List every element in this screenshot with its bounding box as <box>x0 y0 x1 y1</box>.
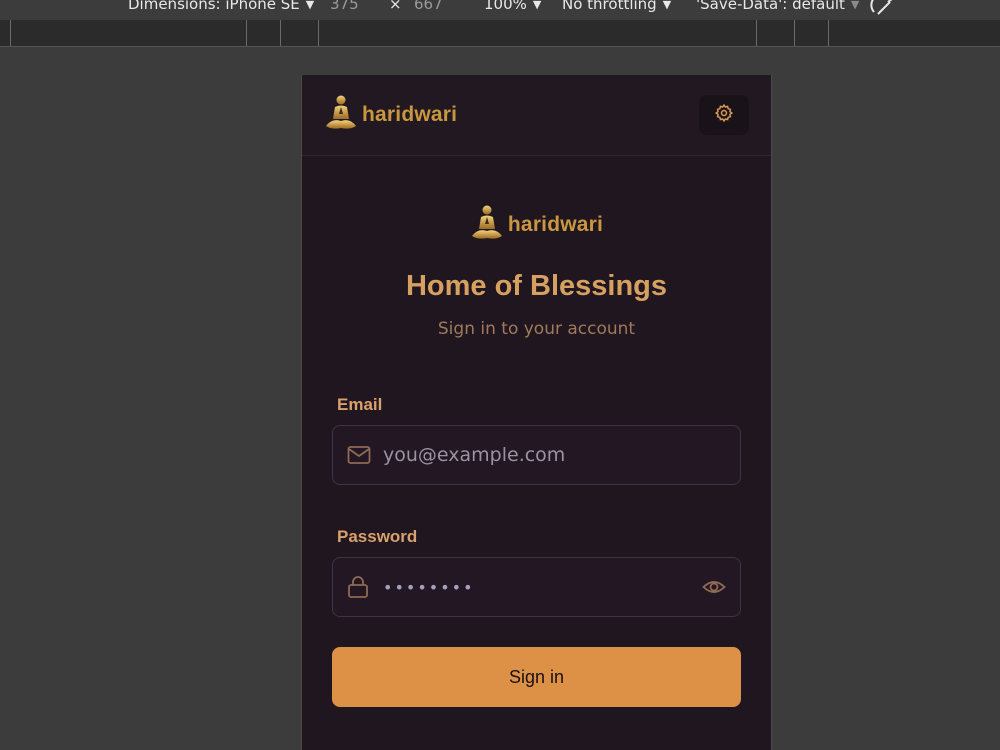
lock-icon <box>347 575 369 599</box>
header-brand[interactable]: haridwari <box>324 94 457 136</box>
password-field-wrapper <box>332 557 741 617</box>
device-viewport: haridwari haridwari Home of Blessings Si… <box>301 75 772 750</box>
viewport-height-input[interactable]: 667 <box>414 0 443 13</box>
zoom-select[interactable]: 100% ▼ <box>484 0 541 13</box>
save-data-select[interactable]: 'Save-Data': default ▼ <box>696 0 859 13</box>
eye-icon[interactable] <box>702 578 726 596</box>
meditating-figure-icon <box>324 94 358 136</box>
media-query-ruler <box>0 20 1000 47</box>
meditating-figure-icon <box>470 204 504 246</box>
throttling-select[interactable]: No throttling ▼ <box>562 0 671 13</box>
device-dimensions-label: Dimensions: iPhone SE <box>128 0 300 13</box>
page-subtitle: Sign in to your account <box>437 319 636 339</box>
settings-button[interactable] <box>699 95 749 135</box>
dropdown-arrow-icon: ▼ <box>662 0 672 11</box>
dimension-separator: × <box>389 0 402 13</box>
hero-brand-name: haridwari <box>507 213 604 236</box>
save-data-label: 'Save-Data': default <box>696 0 845 13</box>
email-field-wrapper <box>332 425 741 485</box>
header-brand-name: haridwari <box>362 103 458 126</box>
sign-in-button[interactable]: Sign in <box>332 647 741 707</box>
email-label: Email <box>337 395 383 414</box>
dropdown-arrow-icon: ▼ <box>305 0 315 11</box>
devtools-device-toolbar: Dimensions: iPhone SE ▼ 375 × 667 100% ▼… <box>0 0 1000 20</box>
password-label: Password <box>337 527 418 546</box>
zoom-label: 100% <box>484 0 527 13</box>
ruler-tick <box>756 20 757 46</box>
rotate-icon[interactable] <box>870 0 896 16</box>
mail-icon <box>347 445 371 465</box>
hero-brand: haridwari <box>332 204 741 246</box>
ruler-tick <box>10 20 11 46</box>
gear-icon <box>714 103 734 127</box>
throttling-label: No throttling <box>562 0 657 13</box>
viewport-width-input[interactable]: 375 <box>330 0 359 13</box>
password-input[interactable] <box>333 558 740 616</box>
dropdown-arrow-icon: ▼ <box>850 0 860 11</box>
ruler-tick <box>794 20 795 46</box>
app-header: haridwari <box>302 75 771 156</box>
device-dimensions-select[interactable]: Dimensions: iPhone SE ▼ <box>128 0 314 13</box>
ruler-tick <box>246 20 247 46</box>
ruler-tick <box>280 20 281 46</box>
email-input[interactable] <box>333 426 740 484</box>
dropdown-arrow-icon: ▼ <box>532 0 542 11</box>
page-title: Home of Blessings <box>405 270 668 302</box>
login-content: haridwari Home of Blessings Sign in to y… <box>302 204 771 707</box>
ruler-tick <box>318 20 319 46</box>
ruler-tick <box>828 20 829 46</box>
